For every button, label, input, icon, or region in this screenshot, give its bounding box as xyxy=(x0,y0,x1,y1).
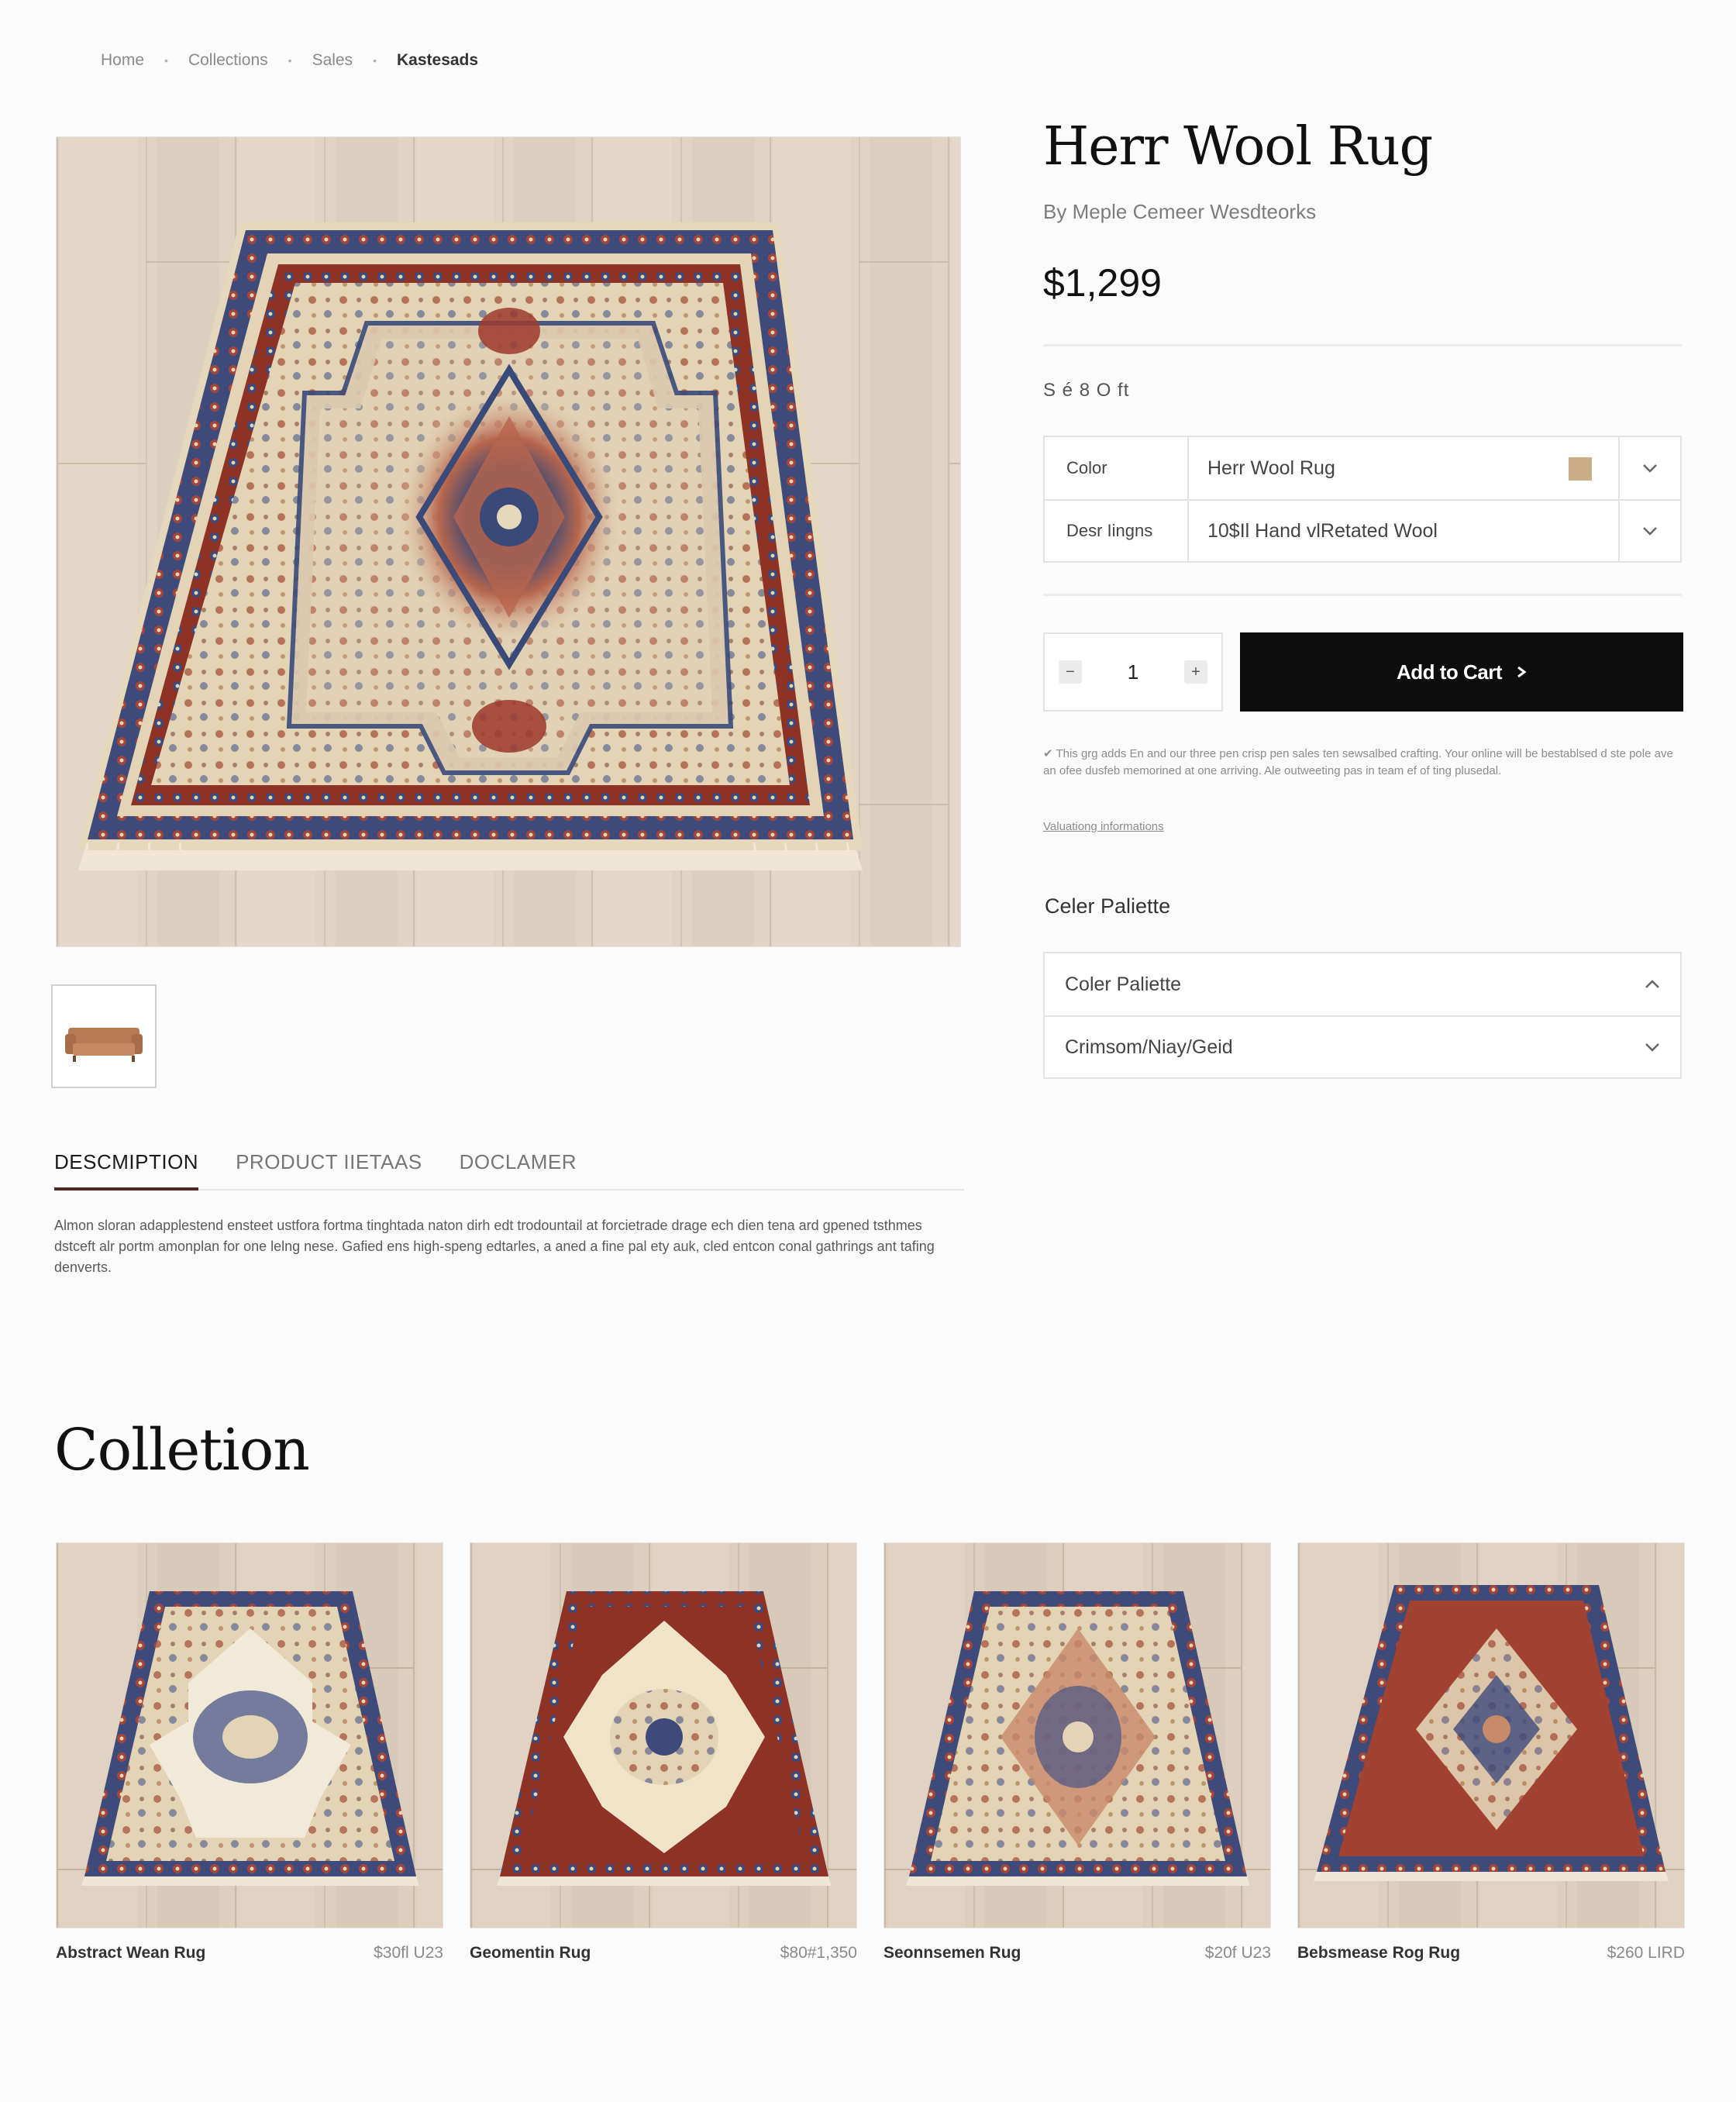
product-thumbnail[interactable] xyxy=(51,984,157,1088)
product-price: $1,299 xyxy=(1043,261,1162,305)
collection-card-image[interactable] xyxy=(1297,1542,1685,1928)
shipping-note: ✔ This grg adds En and our three pen cri… xyxy=(1043,747,1673,777)
option-row-color[interactable]: Color Herr Wool Rug xyxy=(1045,437,1680,499)
tab-disclaimer[interactable]: DOCLAMER xyxy=(460,1144,577,1191)
breadcrumb-separator: • xyxy=(288,54,292,67)
collection-card-name: Geomentin Rug xyxy=(470,1944,591,1962)
collection-card-price: $260 LIRD xyxy=(1607,1944,1685,1962)
tab-product-details[interactable]: PRODUCT IIETAAS xyxy=(236,1144,422,1191)
option-value-color[interactable]: Herr Wool Rug xyxy=(1189,437,1618,499)
chevron-down-icon[interactable] xyxy=(1618,501,1680,561)
palette-select[interactable]: Crimsom/Niay/Geid xyxy=(1045,1015,1680,1077)
option-value-material[interactable]: 10$Il Hand vlRetated Wool xyxy=(1189,501,1618,561)
collection-card[interactable]: Bebsmease Rog Rug $260 LIRD xyxy=(1297,1542,1685,1962)
option-label: Desr Iingns xyxy=(1045,501,1189,561)
collection-card-name: Bebsmease Rog Rug xyxy=(1297,1944,1461,1962)
chevron-up-icon xyxy=(1645,980,1660,989)
collection-card-price: $80#1,350 xyxy=(780,1944,857,1962)
add-to-cart-button[interactable]: Add to Cart xyxy=(1240,632,1683,712)
collection-card-image[interactable] xyxy=(56,1542,443,1928)
product-options-table: Color Herr Wool Rug Desr Iingns 10$Il Ha… xyxy=(1043,436,1682,563)
collection-card-image[interactable] xyxy=(470,1542,857,1928)
quantity-value[interactable]: 1 xyxy=(1128,660,1138,684)
accordion-header[interactable]: Coler Paliette xyxy=(1045,953,1680,1015)
palette-value: Crimsom/Niay/Geid xyxy=(1065,1035,1233,1058)
breadcrumb-separator: • xyxy=(164,54,168,67)
rug-image xyxy=(1298,1543,1684,1928)
rug-image xyxy=(470,1543,856,1928)
product-maker: By Meple Cemeer Wesdteorks xyxy=(1043,200,1317,223)
rug-image xyxy=(884,1543,1270,1928)
collection-card[interactable]: Geomentin Rug $80#1,350 xyxy=(470,1542,857,1962)
quantity-stepper: − 1 + xyxy=(1043,632,1223,712)
description-text: Almon sloran adapplestend ensteet ustfor… xyxy=(54,1218,935,1275)
color-palette-heading: Celer Paliette xyxy=(1045,894,1171,918)
collection-card-price: $20f U23 xyxy=(1204,1944,1271,1962)
product-title: Herr Wool Rug xyxy=(1043,116,1433,177)
breadcrumb-separator: • xyxy=(373,54,377,67)
size-label: S é 8 O ft xyxy=(1043,380,1130,401)
option-value-text: Herr Wool Rug xyxy=(1207,457,1335,479)
collection-card-name: Abstract Wean Rug xyxy=(56,1944,206,1962)
product-main-image[interactable] xyxy=(56,136,961,947)
collection-card-price: $30fl U23 xyxy=(374,1944,443,1962)
tab-description[interactable]: DESCMIPTION xyxy=(54,1144,199,1191)
sofa-thumbnail-image xyxy=(62,995,146,1077)
valuation-link[interactable]: Valuationg informations xyxy=(1043,820,1164,833)
accordion-header-label: Coler Paliette xyxy=(1065,973,1182,995)
divider xyxy=(1043,344,1682,346)
rug-photo xyxy=(57,137,960,946)
chevron-down-icon[interactable] xyxy=(1618,437,1680,499)
collection-card[interactable]: Abstract Wean Rug $30fl U23 xyxy=(56,1542,443,1962)
collection-card-name: Seonnsemen Rug xyxy=(884,1944,1021,1962)
breadcrumb-home[interactable]: Home xyxy=(101,51,144,70)
arrow-right-icon xyxy=(1516,666,1527,678)
collection-heading: Colletion xyxy=(54,1417,310,1483)
breadcrumb-collections[interactable]: Collections xyxy=(188,51,268,70)
breadcrumb-sales[interactable]: Sales xyxy=(312,51,353,70)
divider xyxy=(1043,594,1682,596)
minus-icon[interactable]: − xyxy=(1059,660,1082,684)
color-palette-accordion: Coler Paliette Crimsom/Niay/Geid xyxy=(1043,952,1682,1079)
color-swatch xyxy=(1569,457,1592,481)
chevron-down-icon xyxy=(1645,1042,1660,1052)
collection-card[interactable]: Seonnsemen Rug $20f U23 xyxy=(884,1542,1271,1962)
add-to-cart-label: Add to Cart xyxy=(1396,660,1503,684)
option-row-material[interactable]: Desr Iingns 10$Il Hand vlRetated Wool xyxy=(1045,499,1680,561)
plus-icon[interactable]: + xyxy=(1184,660,1207,684)
option-label: Color xyxy=(1045,437,1189,499)
rug-image xyxy=(57,1543,443,1928)
collection-card-image[interactable] xyxy=(884,1542,1271,1928)
product-tabs: DESCMIPTION PRODUCT IIETAAS DOCLAMER xyxy=(54,1144,964,1191)
breadcrumb-current: Kastesads xyxy=(397,51,479,69)
option-value-text: 10$Il Hand vlRetated Wool xyxy=(1207,519,1438,542)
breadcrumb: Home • Collections • Sales • Kastesads xyxy=(101,51,478,70)
